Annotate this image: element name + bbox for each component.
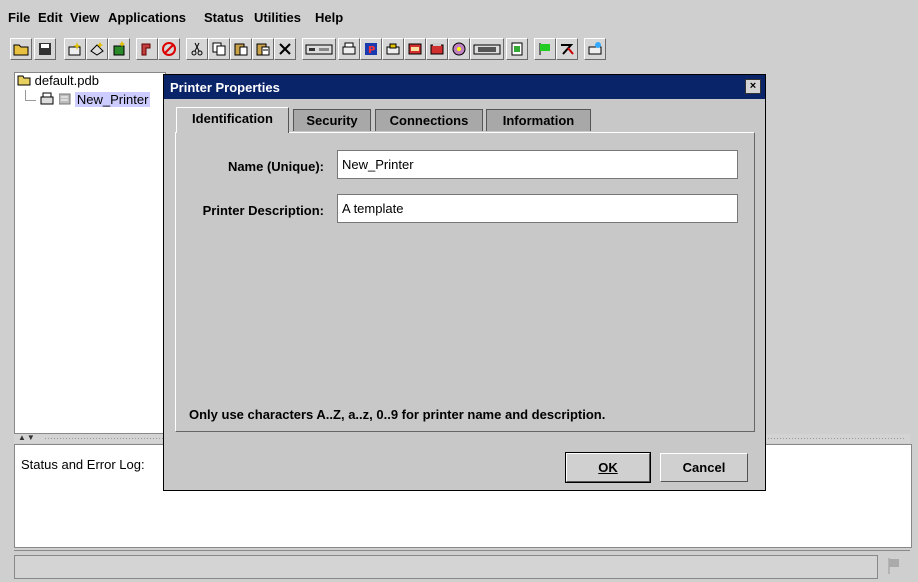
log-label: Status and Error Log:: [21, 457, 145, 472]
dialog-title: Printer Properties: [170, 80, 280, 95]
tree-connector: [25, 90, 36, 101]
dialog-title-bar[interactable]: Printer Properties ×: [164, 75, 765, 99]
menu-view[interactable]: View: [70, 10, 99, 25]
menu-status[interactable]: Status: [204, 10, 244, 25]
tree-panel[interactable]: default.pdb New_Printer: [14, 72, 166, 434]
color-printer-icon[interactable]: [448, 38, 470, 60]
menu-file[interactable]: File: [8, 10, 30, 25]
tools-icon[interactable]: [556, 38, 578, 60]
printer-icon[interactable]: [338, 38, 360, 60]
name-label: Name (Unique):: [227, 159, 324, 174]
list-icon: [58, 93, 71, 105]
cut-icon[interactable]: [186, 38, 208, 60]
status-field: [14, 555, 878, 579]
menu-help[interactable]: Help: [315, 10, 343, 25]
hint-text: Only use characters A..Z, a..z, 0..9 for…: [189, 407, 606, 422]
cancel-label: Cancel: [682, 460, 726, 475]
yellow-printer-icon[interactable]: [382, 38, 404, 60]
printer-properties-dialog: Printer Properties × Identification Secu…: [163, 74, 766, 491]
tab-security[interactable]: Security: [293, 109, 371, 131]
queue-icon[interactable]: [426, 38, 448, 60]
green-flag-icon[interactable]: [534, 38, 556, 60]
green-doc-icon[interactable]: [506, 38, 528, 60]
menu-edit[interactable]: Edit: [38, 10, 63, 25]
new-document-icon[interactable]: [108, 38, 130, 60]
device-icon[interactable]: [302, 38, 336, 60]
status-bar: [14, 550, 910, 581]
new-printer-icon[interactable]: [64, 38, 86, 60]
collapse-arrows-icon[interactable]: ▲▼: [18, 433, 36, 442]
printer-node-icon: [40, 92, 54, 105]
paste-special-icon[interactable]: [252, 38, 274, 60]
flag-icon: [888, 558, 899, 574]
cancel-button[interactable]: Cancel: [660, 453, 748, 482]
tab-information[interactable]: Information: [486, 109, 591, 131]
toolbar: P: [10, 38, 910, 64]
name-field[interactable]: [337, 150, 738, 179]
ok-label: OK: [598, 460, 618, 475]
tab-identification[interactable]: Identification: [176, 107, 289, 133]
description-field[interactable]: [337, 194, 738, 223]
stop-icon[interactable]: [158, 38, 180, 60]
close-button[interactable]: ×: [745, 79, 761, 94]
open-folder-icon[interactable]: [10, 38, 32, 60]
menu-utilities[interactable]: Utilities: [254, 10, 301, 25]
tree-printer-label: New_Printer: [74, 92, 151, 107]
new-queue-icon[interactable]: [86, 38, 108, 60]
ok-button[interactable]: OK: [565, 452, 651, 483]
red-box-icon[interactable]: [404, 38, 426, 60]
tree-item-root[interactable]: default.pdb: [17, 73, 99, 88]
pipe-icon[interactable]: [136, 38, 158, 60]
tree-item-printer[interactable]: New_Printer: [25, 90, 151, 107]
delete-icon[interactable]: [274, 38, 296, 60]
svg-text:P: P: [368, 45, 375, 56]
red-doc-icon[interactable]: P: [360, 38, 382, 60]
folder-icon: [17, 75, 31, 86]
spray-printer-icon[interactable]: [584, 38, 606, 60]
description-label: Printer Description:: [202, 203, 324, 218]
copy-icon[interactable]: [208, 38, 230, 60]
menu-applications[interactable]: Applications: [108, 10, 186, 25]
save-icon[interactable]: [34, 38, 56, 60]
tree-root-label: default.pdb: [34, 73, 99, 88]
monitor-icon[interactable]: [470, 38, 504, 60]
paste-icon[interactable]: [230, 38, 252, 60]
menu-bar: File Edit View Applications Status Utili…: [0, 0, 918, 36]
tab-connections[interactable]: Connections: [375, 109, 483, 131]
